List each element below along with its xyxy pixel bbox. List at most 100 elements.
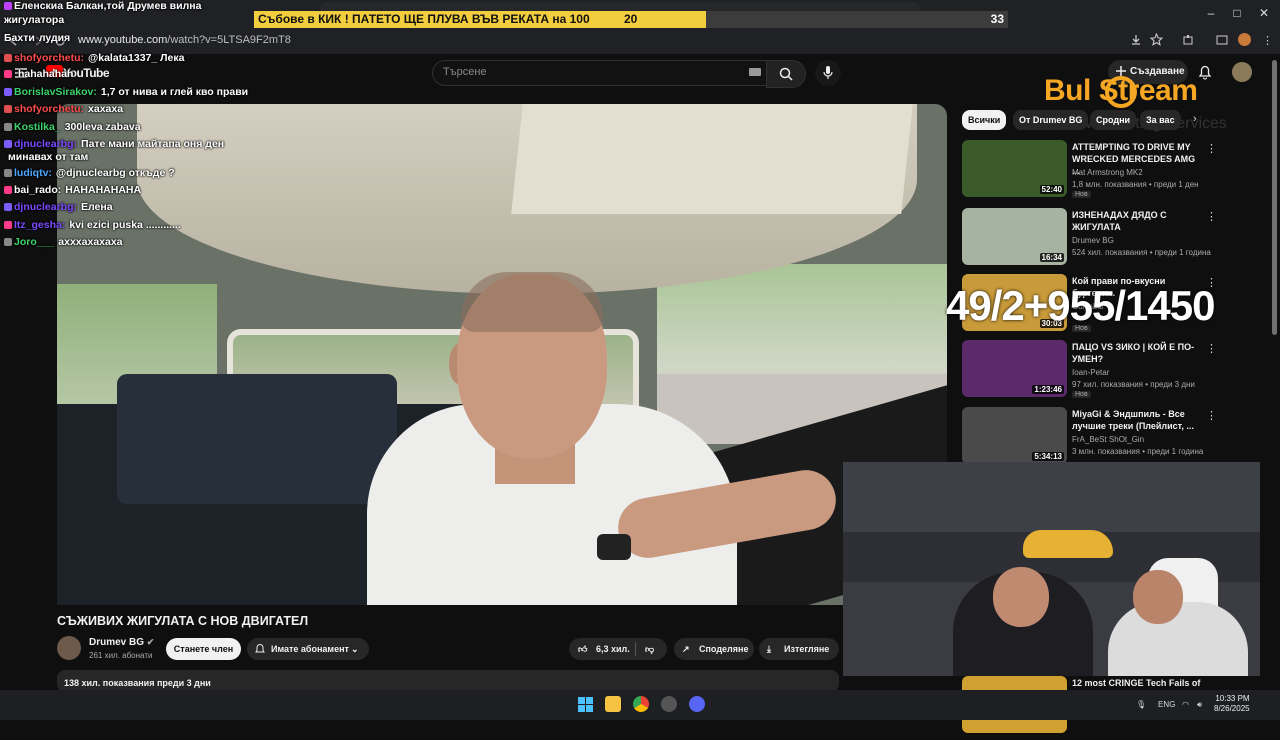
chip-from-channel[interactable]: От Drumev BG [1013, 110, 1089, 130]
chat-message: Joro___ ахххахахаха [4, 236, 123, 249]
video-title[interactable]: ИЗНЕНАДАХ ДЯДО С ЖИГУЛАТА [1072, 209, 1202, 233]
chat-username: Kostilka_ [14, 121, 61, 133]
volume-icon[interactable]: 🔊︎ [1197, 700, 1202, 710]
chat-message: Kostilka_ 300leva zabava [4, 121, 141, 134]
chip-for-you[interactable]: За вас [1140, 110, 1181, 130]
scene-hair [461, 272, 603, 332]
taskbar-clock[interactable]: 10:33 PM 8/26/2025 [1214, 694, 1250, 714]
discord-icon[interactable] [689, 696, 705, 712]
video-thumbnail[interactable]: 52:40 [962, 140, 1067, 197]
chat-text: kvi ezici puska ............ [69, 219, 181, 231]
new-badge: Нов [1072, 191, 1091, 198]
chat-badge-icon [4, 54, 12, 63]
search-button[interactable] [766, 60, 806, 88]
goal-current: 20 [624, 12, 638, 26]
chat-badge-icon [4, 203, 12, 212]
recommended-video[interactable]: 1:23:46 ПАЦО VS ЗИКО | КОЙ Е ПО-УМЕН? Ioan… [962, 340, 1272, 404]
webcam-person-left-head [993, 567, 1049, 627]
chat-message: BorislavSirakov: 1,7 от нива и глей кво п… [4, 86, 248, 99]
video-channel[interactable]: Ioan-Petar [1072, 368, 1109, 377]
windows-start-icon[interactable] [578, 697, 593, 712]
stream-counter: 49/2+955/1450 [946, 282, 1215, 329]
video-title[interactable]: MiyaGi & Эндшпиль - Все лучшие треки (Пл… [1072, 408, 1202, 432]
thumbs-down-icon[interactable]: 👎︎ [645, 638, 654, 660]
subscriber-count: 261 хил. абонати [89, 651, 153, 660]
chat-text: Пате мани майтапа оня ден [81, 138, 225, 150]
subscribed-button[interactable]: Имате абонамент ⌄ [247, 638, 369, 660]
recommended-video[interactable]: 52:40 ATTEMPTING TO DRIVE MY WRECKED MERC… [962, 140, 1272, 204]
video-thumbnail[interactable]: 16:34 [962, 208, 1067, 265]
video-thumbnail[interactable]: 5:34:13 [962, 407, 1067, 464]
video-meta: 524 хил. показвания • преди 1 година [1072, 248, 1211, 257]
chat-username: ludiqtv: [14, 167, 52, 179]
url-field[interactable]: www.youtube.com/watch?v=5LTSA9F2mT8 [78, 34, 291, 46]
webcam-overlay [843, 462, 1260, 676]
search-input[interactable]: Търсене [432, 60, 768, 86]
download-label: Изтегляне [784, 644, 830, 654]
video-duration: 1:23:46 [1032, 385, 1064, 394]
chips-next-icon[interactable]: › [1193, 113, 1197, 125]
bookmark-star-icon[interactable] [1150, 33, 1163, 46]
chat-badge-icon [4, 140, 12, 149]
chat-username: djnuclearbg: [14, 201, 78, 213]
chip-all[interactable]: Всички [962, 110, 1007, 130]
browser-menu-icon[interactable]: ⋮ [1262, 34, 1273, 47]
voice-search-button[interactable] [815, 60, 841, 86]
more-options-icon[interactable]: ⋮ [1206, 142, 1217, 155]
chat-badge-icon [4, 70, 12, 79]
webcam-yellow-car [1023, 530, 1113, 558]
scene-sun-visor [511, 104, 913, 214]
profile-avatar[interactable] [1238, 33, 1251, 46]
search-placeholder: Търсене [443, 66, 487, 78]
maximize-icon[interactable]: □ [1230, 6, 1244, 20]
clock-date: 8/26/2025 [1214, 704, 1250, 713]
chat-username: Joro___ [14, 236, 55, 248]
channel-avatar[interactable] [57, 636, 81, 660]
mic-tray-icon[interactable]: 🎙︎ [1136, 700, 1146, 709]
more-options-icon[interactable]: ⋮ [1206, 409, 1217, 422]
share-button[interactable]: ↗ Споделяне [674, 638, 754, 660]
minimize-icon[interactable]: – [1204, 6, 1218, 20]
chat-message: djnuclearbg: Пате мани майтапа оня ден [4, 138, 224, 151]
video-channel[interactable]: Drumev BG [1072, 236, 1114, 245]
recommended-video[interactable]: 16:34 ИЗНЕНАДАХ ДЯДО С ЖИГУЛАТА Drumev BG 5… [962, 208, 1272, 272]
chat-text: Елена [81, 201, 113, 213]
join-button[interactable]: Станете член [166, 638, 241, 660]
wifi-icon[interactable]: ◠ [1182, 700, 1189, 709]
chat-text: хахаха [88, 103, 124, 115]
video-title[interactable]: ПАЦО VS ЗИКО | КОЙ Е ПО-УМЕН? [1072, 341, 1202, 365]
close-icon[interactable]: ✕ [1257, 6, 1271, 20]
youtube-account-avatar[interactable] [1232, 62, 1252, 82]
app-icon[interactable] [661, 696, 677, 712]
video-channel[interactable]: FrA_BeSt ShOt_Gin [1072, 435, 1144, 444]
sidebar-scrollbar[interactable] [1272, 60, 1277, 335]
language-indicator[interactable]: ENG [1158, 700, 1175, 709]
extensions-icon[interactable] [1182, 34, 1194, 46]
like-count[interactable]: 6,3 хил. [596, 638, 630, 660]
like-divider [635, 642, 636, 656]
video-thumbnail[interactable]: 1:23:46 [962, 340, 1067, 397]
chat-badge-icon [4, 186, 12, 195]
download-icon[interactable] [1130, 34, 1142, 46]
video-player[interactable] [57, 104, 947, 605]
chat-text: 1,7 от нива и глей кво прави [100, 86, 249, 98]
video-title: СЪЖИВИХ ЖИГУЛАТА С НОВ ДВИГАТЕЛ [57, 614, 309, 628]
chat-badge-icon [4, 2, 12, 11]
thumbs-up-icon[interactable]: 👍︎ [578, 638, 587, 660]
download-button[interactable]: ⤓ Изтегляне [759, 638, 839, 660]
video-channel[interactable]: Mat Armstrong MK2 [1072, 168, 1143, 177]
chat-username: BorislavSirakov: [14, 86, 97, 98]
chrome-icon[interactable] [633, 696, 649, 712]
more-options-icon[interactable]: ⋮ [1206, 210, 1217, 223]
more-options-icon[interactable]: ⋮ [1206, 342, 1217, 355]
video-duration: 52:40 [1039, 185, 1064, 194]
keyboard-icon[interactable] [749, 68, 761, 76]
tab-search-icon[interactable] [1216, 34, 1228, 46]
file-explorer-icon[interactable] [605, 696, 621, 712]
notifications-bell-icon[interactable] [1198, 64, 1212, 80]
chat-username: Itz_gesha: [14, 219, 66, 231]
chip-related[interactable]: Сродни [1090, 110, 1137, 130]
download-arrow-icon: ⤓ [767, 644, 771, 654]
channel-name[interactable]: Drumev BG ✔ [89, 637, 154, 648]
like-dislike-group: 👍︎ 6,3 хил. 👎︎ [569, 638, 667, 660]
